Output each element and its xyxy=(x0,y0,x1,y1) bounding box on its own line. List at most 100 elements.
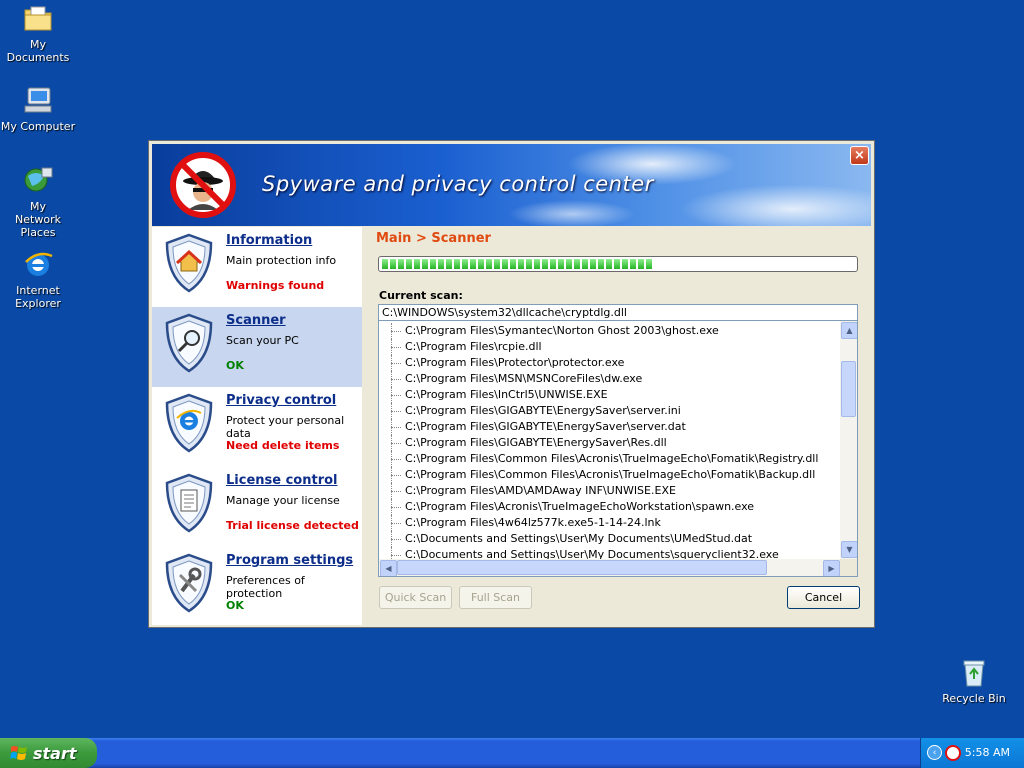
current-scan-path: C:\WINDOWS\system32\dllcache\cryptdlg.dl… xyxy=(378,304,858,321)
desktop-icon-label: Internet Explorer xyxy=(15,284,61,310)
sidebar-item-information[interactable]: Information Main protection info Warning… xyxy=(152,227,362,307)
sidebar-item-scanner[interactable]: Scanner Scan your PC OK xyxy=(152,307,362,387)
progress-segment xyxy=(598,259,604,269)
progress-segment xyxy=(558,259,564,269)
progress-segment xyxy=(526,259,532,269)
desktop-icon-label: My Computer xyxy=(0,120,76,133)
desktop-icon-recycle-bin[interactable]: Recycle Bin xyxy=(934,656,1014,705)
desktop-icon-label: My Documents xyxy=(6,38,70,64)
progress-segment xyxy=(550,259,556,269)
window-title: Spyware and privacy control center xyxy=(262,172,654,196)
system-tray: ‹ 5:58 AM xyxy=(920,738,1024,768)
progress-segment xyxy=(486,259,492,269)
horizontal-scroll-thumb[interactable] xyxy=(397,560,767,575)
list-item: C:\Program Files\MSN\MSNCoreFiles\dw.exe xyxy=(379,371,841,387)
cancel-button[interactable]: Cancel xyxy=(787,586,860,609)
progress-segment xyxy=(622,259,628,269)
document-shield-icon xyxy=(165,473,213,533)
vertical-scrollbar[interactable]: ▲ ▼ xyxy=(840,321,857,559)
sidebar: Information Main protection info Warning… xyxy=(152,227,362,625)
sidebar-item-program-settings[interactable]: Program settings Preferences of protecti… xyxy=(152,547,362,627)
sidebar-item-title[interactable]: Information xyxy=(226,233,312,248)
scan-progress-bar xyxy=(378,256,858,272)
list-item: C:\Program Files\GIGABYTE\EnergySaver\se… xyxy=(379,403,841,419)
quick-scan-button[interactable]: Quick Scan xyxy=(379,586,452,609)
tray-expand-icon[interactable]: ‹ xyxy=(927,745,942,760)
status-text: OK xyxy=(226,599,244,612)
sidebar-item-desc: Protect your personal data xyxy=(226,414,345,440)
sidebar-item-title[interactable]: Scanner xyxy=(226,313,286,328)
start-label: start xyxy=(33,743,77,763)
status-text: Trial license detected xyxy=(226,519,359,532)
desktop-icon-internet-explorer[interactable]: Internet Explorer xyxy=(0,248,78,310)
desktop-icon-my-computer[interactable]: My Computer xyxy=(0,84,78,133)
sidebar-item-title[interactable]: Privacy control xyxy=(226,393,336,408)
file-list: C:\Program Files\Symantec\Norton Ghost 2… xyxy=(379,323,841,563)
sidebar-item-title[interactable]: Program settings xyxy=(226,553,353,568)
progress-segment xyxy=(638,259,644,269)
ie-shield-icon xyxy=(165,393,213,453)
spy-prohibited-logo-icon xyxy=(170,152,236,218)
vertical-scroll-thumb[interactable] xyxy=(841,361,856,417)
desktop-icon-my-documents[interactable]: My Documents xyxy=(0,2,78,64)
sidebar-item-desc: Scan your PC xyxy=(226,334,299,347)
close-icon: × xyxy=(854,148,865,163)
breadcrumb: Main > Scanner xyxy=(376,231,491,246)
list-item: C:\Program Files\Common Files\Acronis\Tr… xyxy=(379,467,841,483)
list-item: C:\Program Files\rcpie.dll xyxy=(379,339,841,355)
progress-segment xyxy=(430,259,436,269)
full-scan-button[interactable]: Full Scan xyxy=(459,586,532,609)
progress-segment xyxy=(414,259,420,269)
scrollbar-corner xyxy=(840,559,857,576)
sidebar-item-license-control[interactable]: License control Manage your license Tria… xyxy=(152,467,362,547)
list-item: C:\Program Files\Common Files\Acronis\Tr… xyxy=(379,451,841,467)
list-item: C:\Program Files\4w64lz577k.exe5-1-14-24… xyxy=(379,515,841,531)
scroll-up-icon[interactable]: ▲ xyxy=(841,322,857,339)
list-item: C:\Program Files\Protector\protector.exe xyxy=(379,355,841,371)
progress-segment xyxy=(590,259,596,269)
windows-logo-icon xyxy=(10,746,27,760)
sidebar-item-desc: Manage your license xyxy=(226,494,340,507)
list-item: C:\Program Files\AMD\AMDAway INF\UNWISE.… xyxy=(379,483,841,499)
start-button[interactable]: start xyxy=(0,738,97,768)
progress-segment xyxy=(606,259,612,269)
taskbar: start ‹ 5:58 AM xyxy=(0,738,1024,768)
scanned-files-list[interactable]: C:\Program Files\Symantec\Norton Ghost 2… xyxy=(378,321,858,577)
progress-segment xyxy=(406,259,412,269)
progress-segment xyxy=(470,259,476,269)
spyware-tray-icon[interactable] xyxy=(945,745,961,761)
scroll-down-icon[interactable]: ▼ xyxy=(841,541,857,558)
sidebar-item-privacy-control[interactable]: Privacy control Protect your personal da… xyxy=(152,387,362,467)
desktop-icon-network-places[interactable]: My Network Places xyxy=(0,164,78,239)
list-item: C:\Program Files\InCtrl5\UNWISE.EXE xyxy=(379,387,841,403)
my-documents-icon xyxy=(22,2,54,34)
scroll-left-icon[interactable]: ◀ xyxy=(380,560,397,576)
progress-segment xyxy=(454,259,460,269)
list-item: C:\Documents and Settings\User\My Docume… xyxy=(379,531,841,547)
close-button[interactable]: × xyxy=(850,146,869,165)
progress-segment xyxy=(614,259,620,269)
spyware-control-window: Spyware and privacy control center × Inf… xyxy=(148,140,875,628)
list-item: C:\Program Files\Symantec\Norton Ghost 2… xyxy=(379,323,841,339)
network-places-icon xyxy=(22,164,54,196)
progress-segment xyxy=(438,259,444,269)
list-item: C:\Program Files\GIGABYTE\EnergySaver\se… xyxy=(379,419,841,435)
list-item: C:\Program Files\GIGABYTE\EnergySaver\Re… xyxy=(379,435,841,451)
progress-segment xyxy=(630,259,636,269)
sidebar-item-title[interactable]: License control xyxy=(226,473,338,488)
home-shield-icon xyxy=(165,233,213,293)
progress-segment xyxy=(542,259,548,269)
progress-segment xyxy=(398,259,404,269)
horizontal-scrollbar[interactable]: ◀ ▶ xyxy=(379,559,841,576)
scanner-panel: Main > Scanner Current scan: C:\WINDOWS\… xyxy=(364,227,872,625)
progress-segment xyxy=(582,259,588,269)
sidebar-item-desc: Main protection info xyxy=(226,254,337,267)
progress-segment xyxy=(494,259,500,269)
status-text: OK xyxy=(226,359,244,372)
sidebar-item-desc: Preferences of protection xyxy=(226,574,305,600)
scroll-right-icon[interactable]: ▶ xyxy=(823,560,840,576)
progress-segment xyxy=(646,259,652,269)
progress-fill xyxy=(382,259,854,269)
status-text: Warnings found xyxy=(226,279,325,292)
progress-segment xyxy=(422,259,428,269)
